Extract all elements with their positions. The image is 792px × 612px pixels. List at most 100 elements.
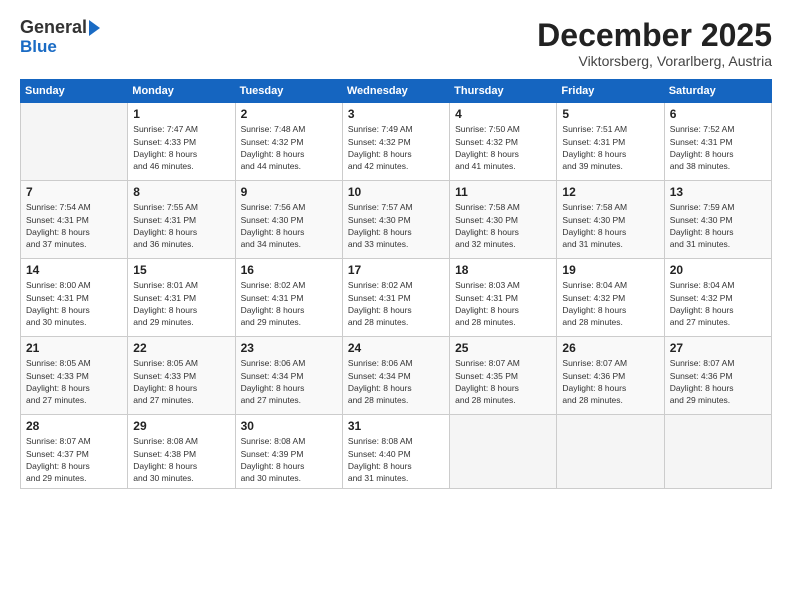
day-number: 19 bbox=[562, 263, 658, 277]
day-cell: 29 Sunrise: 8:08 AM Sunset: 4:38 PM Dayli… bbox=[128, 415, 235, 489]
day-cell: 9Sunrise: 7:56 AM Sunset: 4:30 PM Daylig… bbox=[235, 181, 342, 259]
col-header-saturday: Saturday bbox=[664, 80, 771, 103]
logo: General Blue bbox=[20, 18, 100, 57]
day-number: 16 bbox=[241, 263, 337, 277]
day-info: Sunrise: 7:57 AM Sunset: 4:30 PM Dayligh… bbox=[348, 201, 444, 250]
week-row-3: 14Sunrise: 8:00 AM Sunset: 4:31 PM Dayli… bbox=[21, 259, 772, 337]
day-number: 13 bbox=[670, 185, 766, 199]
page: General Blue December 2025 Viktorsberg, … bbox=[0, 0, 792, 612]
day-number: 12 bbox=[562, 185, 658, 199]
day-cell: 21 Sunrise: 8:05 AM Sunset: 4:33 PM Dayli… bbox=[21, 337, 128, 415]
day-info: Sunrise: 8:04 AM Sunset: 4:32 PM Dayligh… bbox=[562, 279, 658, 328]
day-info: Sunrise: 8:03 AM Sunset: 4:31 PM Dayligh… bbox=[455, 279, 551, 328]
day-number: 10 bbox=[348, 185, 444, 199]
day-info: Sunrise: 8:05 AM Sunset: 4:33 PM Dayligh… bbox=[26, 357, 122, 406]
day-info: Sunrise: 7:59 AM Sunset: 4:30 PM Dayligh… bbox=[670, 201, 766, 250]
day-cell: 14Sunrise: 8:00 AM Sunset: 4:31 PM Dayli… bbox=[21, 259, 128, 337]
day-cell: 30 Sunrise: 8:08 AM Sunset: 4:39 PM Dayli… bbox=[235, 415, 342, 489]
day-cell: 24 Sunrise: 8:06 AM Sunset: 4:34 PM Dayli… bbox=[342, 337, 449, 415]
calendar-table: SundayMondayTuesdayWednesdayThursdayFrid… bbox=[20, 79, 772, 489]
day-number: 20 bbox=[670, 263, 766, 277]
day-number: 29 bbox=[133, 419, 229, 433]
month-title: December 2025 bbox=[537, 18, 772, 53]
day-info: Sunrise: 7:50 AM Sunset: 4:32 PM Dayligh… bbox=[455, 123, 551, 172]
day-number: 8 bbox=[133, 185, 229, 199]
day-info: Sunrise: 7:52 AM Sunset: 4:31 PM Dayligh… bbox=[670, 123, 766, 172]
day-cell: 25Sunrise: 8:07 AM Sunset: 4:35 PM Dayli… bbox=[450, 337, 557, 415]
day-number: 31 bbox=[348, 419, 444, 433]
day-number: 24 bbox=[348, 341, 444, 355]
day-info: Sunrise: 8:05 AM Sunset: 4:33 PM Dayligh… bbox=[133, 357, 229, 406]
day-cell: 15Sunrise: 8:01 AM Sunset: 4:31 PM Dayli… bbox=[128, 259, 235, 337]
day-info: Sunrise: 7:47 AM Sunset: 4:33 PM Dayligh… bbox=[133, 123, 229, 172]
week-row-4: 21 Sunrise: 8:05 AM Sunset: 4:33 PM Dayli… bbox=[21, 337, 772, 415]
day-info: Sunrise: 7:58 AM Sunset: 4:30 PM Dayligh… bbox=[455, 201, 551, 250]
day-number: 11 bbox=[455, 185, 551, 199]
week-row-5: 28Sunrise: 8:07 AM Sunset: 4:37 PM Dayli… bbox=[21, 415, 772, 489]
day-number: 26 bbox=[562, 341, 658, 355]
day-cell: 2Sunrise: 7:48 AM Sunset: 4:32 PM Daylig… bbox=[235, 103, 342, 181]
day-cell bbox=[664, 415, 771, 489]
day-info: Sunrise: 8:06 AM Sunset: 4:34 PM Dayligh… bbox=[348, 357, 444, 406]
day-info: Sunrise: 8:07 AM Sunset: 4:36 PM Dayligh… bbox=[562, 357, 658, 406]
day-cell: 26 Sunrise: 8:07 AM Sunset: 4:36 PM Dayli… bbox=[557, 337, 664, 415]
day-number: 30 bbox=[241, 419, 337, 433]
day-number: 9 bbox=[241, 185, 337, 199]
day-info: Sunrise: 8:02 AM Sunset: 4:31 PM Dayligh… bbox=[241, 279, 337, 328]
days-header-row: SundayMondayTuesdayWednesdayThursdayFrid… bbox=[21, 80, 772, 103]
day-cell: 6 Sunrise: 7:52 AM Sunset: 4:31 PM Daylig… bbox=[664, 103, 771, 181]
col-header-tuesday: Tuesday bbox=[235, 80, 342, 103]
day-cell: 28Sunrise: 8:07 AM Sunset: 4:37 PM Dayli… bbox=[21, 415, 128, 489]
day-cell: 4 Sunrise: 7:50 AM Sunset: 4:32 PM Daylig… bbox=[450, 103, 557, 181]
day-cell: 16 Sunrise: 8:02 AM Sunset: 4:31 PM Dayli… bbox=[235, 259, 342, 337]
header: General Blue December 2025 Viktorsberg, … bbox=[20, 18, 772, 69]
day-cell: 7 Sunrise: 7:54 AM Sunset: 4:31 PM Daylig… bbox=[21, 181, 128, 259]
day-number: 6 bbox=[670, 107, 766, 121]
day-cell: 22Sunrise: 8:05 AM Sunset: 4:33 PM Dayli… bbox=[128, 337, 235, 415]
day-info: Sunrise: 7:51 AM Sunset: 4:31 PM Dayligh… bbox=[562, 123, 658, 172]
day-cell: 31 Sunrise: 8:08 AM Sunset: 4:40 PM Dayli… bbox=[342, 415, 449, 489]
day-number: 23 bbox=[241, 341, 337, 355]
day-cell: 27Sunrise: 8:07 AM Sunset: 4:36 PM Dayli… bbox=[664, 337, 771, 415]
day-info: Sunrise: 8:00 AM Sunset: 4:31 PM Dayligh… bbox=[26, 279, 122, 328]
day-cell: 17 Sunrise: 8:02 AM Sunset: 4:31 PM Dayli… bbox=[342, 259, 449, 337]
day-cell: 8 Sunrise: 7:55 AM Sunset: 4:31 PM Daylig… bbox=[128, 181, 235, 259]
day-cell: 1Sunrise: 7:47 AM Sunset: 4:33 PM Daylig… bbox=[128, 103, 235, 181]
day-number: 21 bbox=[26, 341, 122, 355]
title-area: December 2025 Viktorsberg, Vorarlberg, A… bbox=[537, 18, 772, 69]
day-cell bbox=[557, 415, 664, 489]
day-number: 3 bbox=[348, 107, 444, 121]
day-info: Sunrise: 8:08 AM Sunset: 4:40 PM Dayligh… bbox=[348, 435, 444, 484]
day-number: 5 bbox=[562, 107, 658, 121]
day-number: 2 bbox=[241, 107, 337, 121]
location-subtitle: Viktorsberg, Vorarlberg, Austria bbox=[537, 53, 772, 69]
day-cell: 12 Sunrise: 7:58 AM Sunset: 4:30 PM Dayli… bbox=[557, 181, 664, 259]
day-number: 7 bbox=[26, 185, 122, 199]
col-header-sunday: Sunday bbox=[21, 80, 128, 103]
logo-text: General bbox=[20, 18, 100, 38]
day-info: Sunrise: 8:06 AM Sunset: 4:34 PM Dayligh… bbox=[241, 357, 337, 406]
day-info: Sunrise: 7:54 AM Sunset: 4:31 PM Dayligh… bbox=[26, 201, 122, 250]
day-info: Sunrise: 8:04 AM Sunset: 4:32 PM Dayligh… bbox=[670, 279, 766, 328]
day-info: Sunrise: 8:02 AM Sunset: 4:31 PM Dayligh… bbox=[348, 279, 444, 328]
day-cell: 20 Sunrise: 8:04 AM Sunset: 4:32 PM Dayli… bbox=[664, 259, 771, 337]
day-info: Sunrise: 8:08 AM Sunset: 4:38 PM Dayligh… bbox=[133, 435, 229, 484]
day-cell: 23 Sunrise: 8:06 AM Sunset: 4:34 PM Dayli… bbox=[235, 337, 342, 415]
day-info: Sunrise: 8:01 AM Sunset: 4:31 PM Dayligh… bbox=[133, 279, 229, 328]
day-cell: 19 Sunrise: 8:04 AM Sunset: 4:32 PM Dayli… bbox=[557, 259, 664, 337]
day-number: 27 bbox=[670, 341, 766, 355]
day-number: 17 bbox=[348, 263, 444, 277]
week-row-1: 1Sunrise: 7:47 AM Sunset: 4:33 PM Daylig… bbox=[21, 103, 772, 181]
day-cell: 11 Sunrise: 7:58 AM Sunset: 4:30 PM Dayli… bbox=[450, 181, 557, 259]
day-number: 18 bbox=[455, 263, 551, 277]
day-cell: 5 Sunrise: 7:51 AM Sunset: 4:31 PM Daylig… bbox=[557, 103, 664, 181]
day-info: Sunrise: 8:08 AM Sunset: 4:39 PM Dayligh… bbox=[241, 435, 337, 484]
logo-blue: Blue bbox=[20, 37, 57, 56]
day-number: 4 bbox=[455, 107, 551, 121]
day-cell: 10 Sunrise: 7:57 AM Sunset: 4:30 PM Dayli… bbox=[342, 181, 449, 259]
col-header-friday: Friday bbox=[557, 80, 664, 103]
day-info: Sunrise: 7:58 AM Sunset: 4:30 PM Dayligh… bbox=[562, 201, 658, 250]
week-row-2: 7 Sunrise: 7:54 AM Sunset: 4:31 PM Daylig… bbox=[21, 181, 772, 259]
day-number: 28 bbox=[26, 419, 122, 433]
day-info: Sunrise: 7:55 AM Sunset: 4:31 PM Dayligh… bbox=[133, 201, 229, 250]
